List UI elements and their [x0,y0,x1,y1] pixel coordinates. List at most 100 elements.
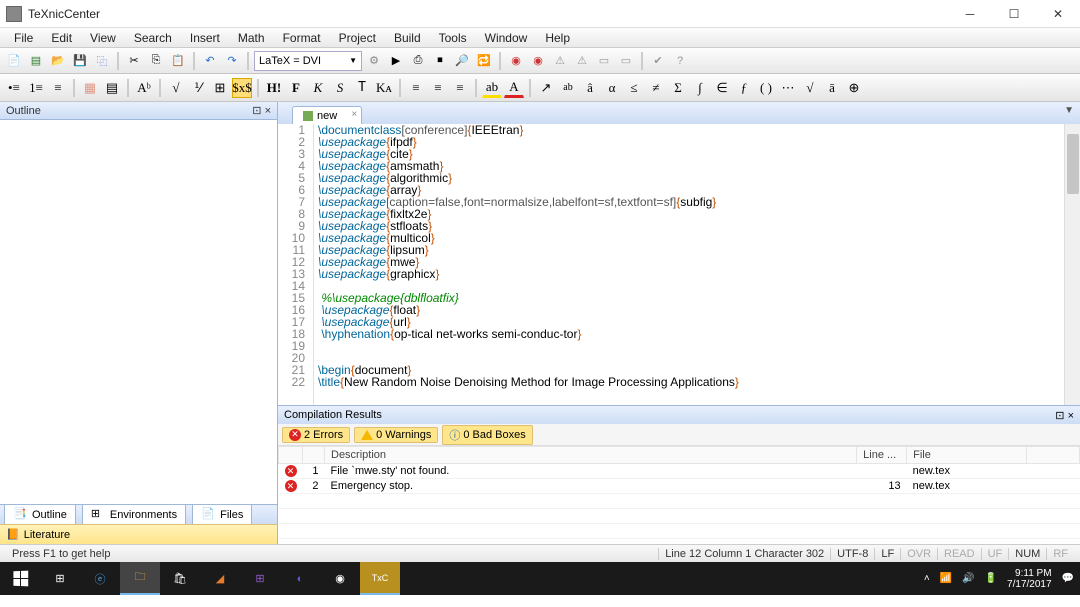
code-editor[interactable]: 12345678910111213141516171819202122 \doc… [278,124,1080,405]
save-button[interactable]: 💾 [70,51,90,71]
slant-button[interactable]: S [330,78,350,98]
copy-button[interactable]: ⎘ [146,51,166,71]
symbol-vect-button[interactable]: ā [822,78,842,98]
prev-error-button[interactable]: ◉ [506,51,526,71]
new-project-button[interactable]: ▤ [26,51,46,71]
open-button[interactable]: 📂 [48,51,68,71]
symbol-sum-button[interactable]: Σ [668,78,688,98]
matrix-button[interactable]: ⊞ [210,78,230,98]
symbol-arrow-button[interactable]: ↗ [536,78,556,98]
tray-network-icon[interactable]: 📶 [940,573,952,584]
save-all-button[interactable]: ⿻ [92,51,112,71]
comp-close-icon[interactable]: × [1068,410,1074,422]
new-doc-button[interactable]: 📄 [4,51,24,71]
menu-help[interactable]: Help [537,29,578,47]
stop-build-button[interactable]: ⏹ [430,51,450,71]
taskbar-texniccenter[interactable]: TxC [360,562,400,595]
superscript-button[interactable]: Aᵇ [134,78,154,98]
taskbar-explorer[interactable]: 🗀 [120,562,160,595]
frac-button[interactable]: ⅟ [188,78,208,98]
description-button[interactable]: ≡ [48,78,68,98]
tray-battery-icon[interactable]: 🔋 [985,573,997,584]
menu-build[interactable]: Build [386,29,429,47]
menu-search[interactable]: Search [126,29,180,47]
menu-insert[interactable]: Insert [182,29,228,47]
taskbar-eclipse[interactable]: ◐ [280,562,320,595]
smallcaps-button[interactable]: Kᴀ [374,78,394,98]
sqrt-button[interactable]: √ [166,78,186,98]
start-button[interactable] [0,562,40,595]
vertical-scrollbar[interactable] [1064,124,1080,405]
highlight-button[interactable]: ab [482,78,502,98]
spellcheck-button[interactable]: ✔ [648,51,668,71]
badboxes-badge[interactable]: ⓘ0 Bad Boxes [442,425,532,445]
italic-button[interactable]: K [308,78,328,98]
symbol-bracket-button[interactable]: ( ) [756,78,776,98]
symbol-set-button[interactable]: ∈ [712,78,732,98]
maximize-button[interactable]: ☐ [992,0,1036,27]
taskbar-chrome[interactable]: ◉ [320,562,360,595]
tab-files[interactable]: 📄Files [192,504,252,526]
error-row[interactable]: ✕2Emergency stop.13new.tex [279,479,1080,494]
tray-clock[interactable]: 9:11 PM7/17/2017 [1007,568,1052,590]
menu-edit[interactable]: Edit [43,29,80,47]
literature-bar[interactable]: 📙 Literature [0,524,277,544]
task-view-button[interactable]: ⊞ [40,562,80,595]
tab-environments[interactable]: ⊞Environments [82,504,186,526]
symbol-greek-button[interactable]: α [602,78,622,98]
code-content[interactable]: \documentclass[conference]{IEEEtran}\use… [314,124,1064,405]
heading-button[interactable]: H! [264,78,284,98]
find-button[interactable]: 🔎 [452,51,472,71]
paste-button[interactable]: 📋 [168,51,188,71]
tt-button[interactable]: T [352,78,372,98]
bold-button[interactable]: F [286,78,306,98]
inline-math-button[interactable]: $x$ [232,78,252,98]
outline-pin-icon[interactable]: ⊡ [252,105,261,117]
menu-project[interactable]: Project [331,29,384,47]
tray-volume-icon[interactable]: 🔊 [962,573,974,584]
align-left-button[interactable]: ≡ [406,78,426,98]
taskbar-app1[interactable]: ⊞ [240,562,280,595]
symbol-integral-button[interactable]: ∫ [690,78,710,98]
tab-new[interactable]: new × [292,106,362,124]
menu-format[interactable]: Format [275,29,329,47]
table-button[interactable]: ▤ [102,78,122,98]
build-profile-select[interactable]: LaTeX = DVI▼ [254,51,362,71]
symbol-neq-button[interactable]: ≠ [646,78,666,98]
help-button[interactable]: ? [670,51,690,71]
scrollbar-thumb[interactable] [1067,134,1079,194]
align-center-button[interactable]: ≡ [428,78,448,98]
next-badbox-button[interactable]: ▭ [616,51,636,71]
error-row[interactable]: ✕1File `mwe.sty' not found.new.tex [279,464,1080,479]
enumerate-button[interactable]: 1≡ [26,78,46,98]
taskbar-edge[interactable]: ⓔ [80,562,120,595]
col-description[interactable]: Description [325,447,857,464]
menu-tools[interactable]: Tools [431,29,475,47]
figure-button[interactable]: ▦ [80,78,100,98]
prev-badbox-button[interactable]: ▭ [594,51,614,71]
tray-notifications-icon[interactable]: 💬 [1062,573,1074,584]
symbol-rel-button[interactable]: ≤ [624,78,644,98]
build-view-button[interactable]: ▶ [386,51,406,71]
col-file[interactable]: File [907,447,1027,464]
symbol-func-button[interactable]: ƒ [734,78,754,98]
tab-outline[interactable]: 📑Outline [4,504,76,526]
font-color-button[interactable]: A [504,78,524,98]
menu-view[interactable]: View [82,29,124,47]
menu-math[interactable]: Math [230,29,273,47]
warnings-badge[interactable]: 0 Warnings [354,427,438,443]
redo-button[interactable]: ↷ [222,51,242,71]
symbol-misc-button[interactable]: ⊕ [844,78,864,98]
menu-file[interactable]: File [6,29,41,47]
next-error-button[interactable]: ◉ [528,51,548,71]
tray-chevron-icon[interactable]: ˄ [924,573,930,584]
symbol-sqrt2-button[interactable]: √ [800,78,820,98]
taskbar-store[interactable]: 🛍 [160,562,200,595]
itemize-button[interactable]: •≡ [4,78,24,98]
undo-button[interactable]: ↶ [200,51,220,71]
menu-window[interactable]: Window [477,29,536,47]
build-button[interactable]: ⚙ [364,51,384,71]
errors-badge[interactable]: ✕2 Errors [282,427,350,443]
outline-close-icon[interactable]: × [265,105,271,117]
minimize-button[interactable]: ─ [948,0,992,27]
